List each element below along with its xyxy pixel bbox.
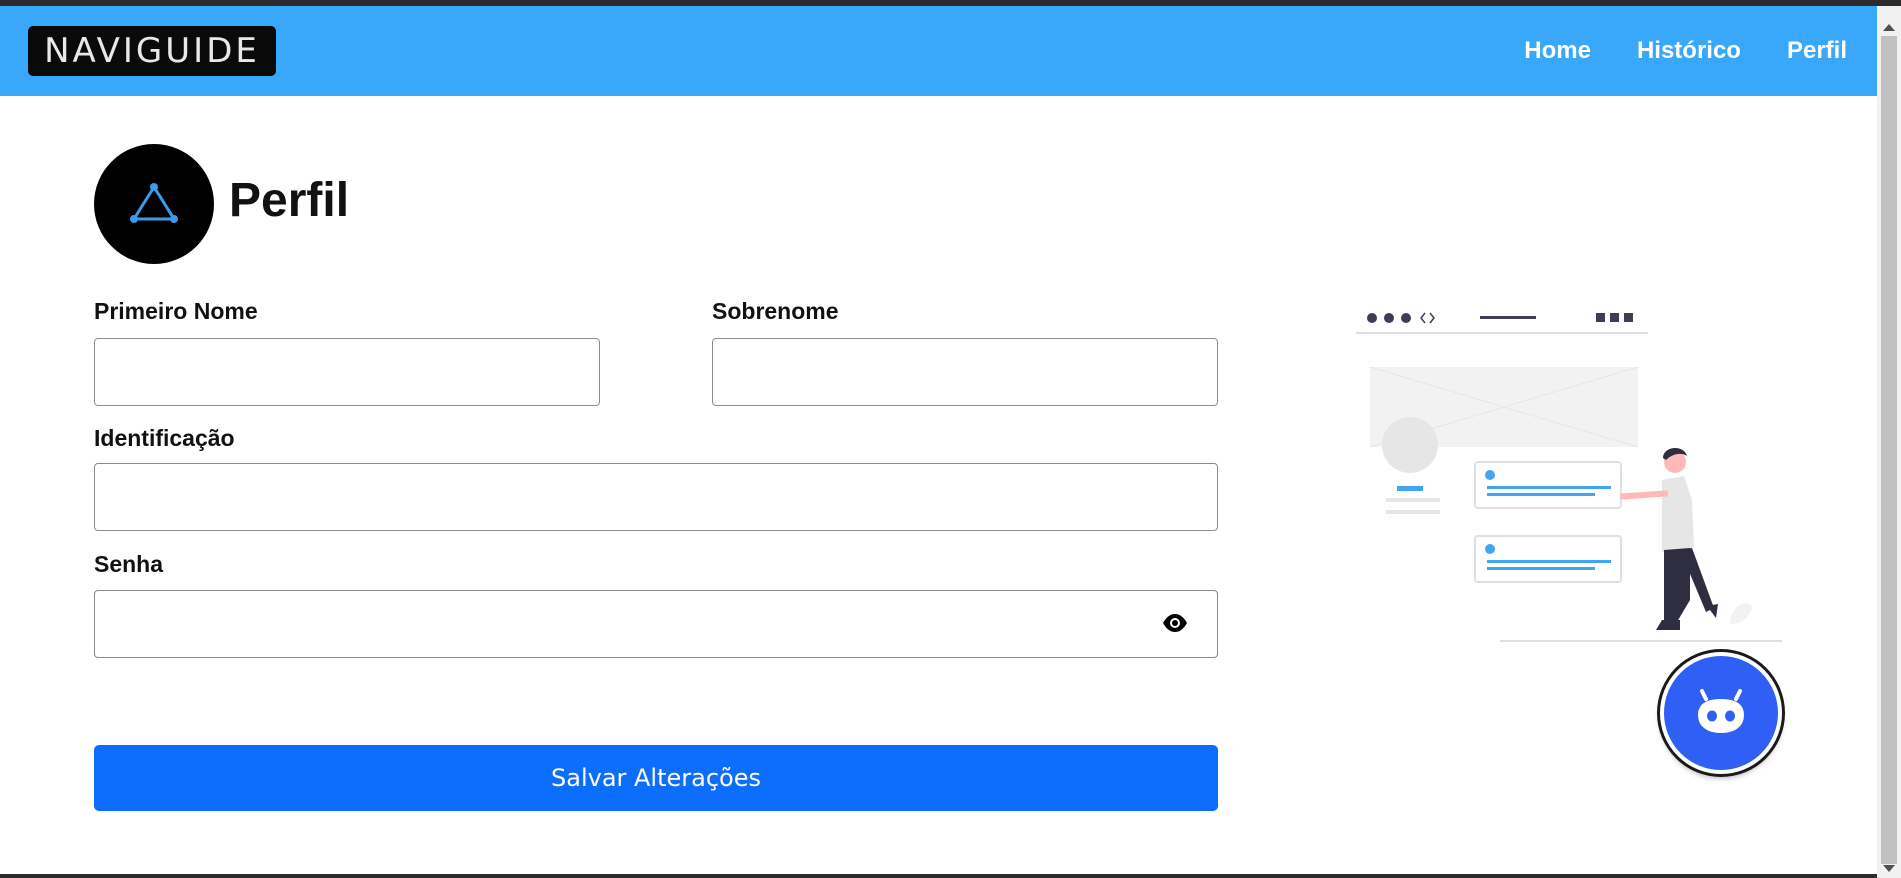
scroll-down-arrow-icon[interactable] (1883, 865, 1895, 872)
nav-link-home[interactable]: Home (1524, 37, 1591, 65)
navbar: NAVIGUIDE Home Histórico Perfil (0, 6, 1877, 96)
first-name-label: Primeiro Nome (94, 298, 258, 324)
chatbot-button[interactable] (1660, 652, 1782, 774)
robot-icon (1698, 689, 1744, 733)
scrollbar-thumb[interactable] (1881, 36, 1897, 864)
identification-field[interactable] (94, 463, 1218, 531)
scroll-up-arrow-icon[interactable] (1883, 24, 1895, 31)
save-changes-button[interactable]: Salvar Alterações (94, 745, 1218, 811)
page-title: Perfil (229, 174, 350, 227)
eye-icon[interactable] (1162, 613, 1188, 633)
last-name-label: Sobrenome (712, 298, 839, 324)
triangle-network-icon (130, 183, 178, 223)
password-field[interactable] (94, 590, 1218, 658)
logo-text: NAVIGUIDE (44, 31, 260, 71)
password-label: Senha (94, 551, 164, 577)
profile-illustration (1356, 312, 1782, 642)
last-name-field[interactable] (712, 338, 1218, 406)
browser-bottom-strip (0, 874, 1877, 878)
scrollbar[interactable] (1877, 6, 1901, 878)
nav-link-perfil[interactable]: Perfil (1787, 37, 1847, 65)
nav-link-historico[interactable]: Histórico (1637, 37, 1741, 65)
identification-label: Identificação (94, 425, 235, 451)
avatar (94, 144, 214, 264)
nav-links: Home Histórico Perfil (1524, 37, 1847, 65)
first-name-field[interactable] (94, 338, 600, 406)
logo[interactable]: NAVIGUIDE (28, 26, 276, 76)
